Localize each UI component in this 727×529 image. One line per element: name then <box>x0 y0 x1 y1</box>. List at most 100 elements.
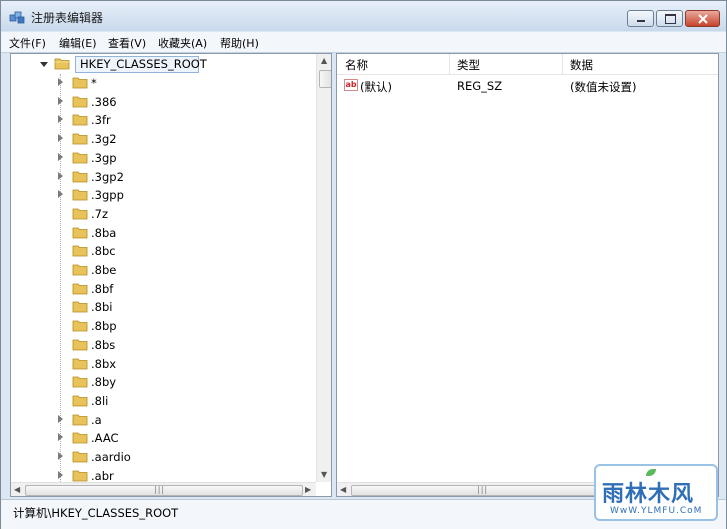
grip-icon: ||| <box>154 485 166 494</box>
folder-icon <box>72 114 88 126</box>
menu-favorites[interactable]: 收藏夹(A) <box>158 35 207 51</box>
menu-view[interactable]: 查看(V) <box>108 35 146 51</box>
scroll-down-icon[interactable]: ▼ <box>321 470 327 479</box>
tree-item-label: .3gpp <box>91 188 124 203</box>
tree-root-label: HKEY_CLASSES_ROOT <box>80 57 207 71</box>
column-header-type[interactable]: 类型 <box>457 57 480 73</box>
maximize-icon <box>665 14 676 24</box>
column-header-bar: 名称 类型 数据 <box>337 54 718 75</box>
scroll-left-icon[interactable]: ◀ <box>340 485 346 494</box>
folder-icon <box>72 395 88 407</box>
tree-item[interactable]: .8bp <box>11 317 311 335</box>
folder-icon <box>72 264 88 276</box>
folder-icon <box>72 339 88 351</box>
tree-item-label: .AAC <box>91 431 119 446</box>
tree-item[interactable]: .3gp <box>11 149 311 167</box>
grip-icon: ||| <box>477 485 489 494</box>
tree-item-label: .8bc <box>91 244 116 259</box>
string-value-icon: ab <box>344 79 358 91</box>
tree-item[interactable]: .8bx <box>11 355 311 373</box>
column-divider[interactable] <box>449 54 450 74</box>
tree-item[interactable]: .386 <box>11 93 311 111</box>
tree-item[interactable]: .a <box>11 411 311 429</box>
folder-icon <box>72 133 88 145</box>
column-header-data[interactable]: 数据 <box>570 57 593 73</box>
tree-item-label: .8bx <box>91 356 117 371</box>
registry-tree-pane[interactable]: HKEY_CLASSES_ROOT * .386 .3fr .3g2 .3gp .3gp2… <box>10 53 332 497</box>
tree-vertical-scrollbar[interactable]: ▲ ▼ <box>316 54 331 482</box>
close-button[interactable] <box>685 10 720 27</box>
minimize-button[interactable] <box>627 10 654 27</box>
column-divider[interactable] <box>562 54 563 74</box>
expand-arrow-icon[interactable] <box>58 452 63 460</box>
tree-item[interactable]: .8by <box>11 373 311 391</box>
menu-bar: 文件(F) 编辑(E) 查看(V) 收藏夹(A) 帮助(H) <box>1 32 726 53</box>
tree-item[interactable]: .8li <box>11 392 311 410</box>
folder-icon <box>72 283 88 295</box>
tree-vertical-scroll-thumb[interactable] <box>319 70 331 88</box>
expanded-arrow-icon[interactable] <box>40 62 48 67</box>
expand-arrow-icon[interactable] <box>58 115 63 124</box>
registry-editor-icon <box>9 11 25 24</box>
tree-item[interactable]: .8be <box>11 261 311 279</box>
tree-item[interactable]: .AAC <box>11 429 311 447</box>
expand-arrow-icon[interactable] <box>58 470 63 479</box>
tree-item[interactable]: .8bf <box>11 280 311 298</box>
title-bar[interactable]: 注册表编辑器 <box>1 1 726 31</box>
menu-edit[interactable]: 编辑(E) <box>59 35 97 51</box>
tree-item[interactable]: .3gpp <box>11 186 311 204</box>
tree-item[interactable]: .3g2 <box>11 130 311 148</box>
tree-item-label: .8be <box>91 263 117 277</box>
menu-file[interactable]: 文件(F) <box>9 35 46 51</box>
tree-item[interactable]: .8bc <box>11 242 311 260</box>
expand-arrow-icon[interactable] <box>58 134 63 143</box>
folder-icon <box>72 320 88 332</box>
folder-open-icon <box>54 58 70 70</box>
value-type: REG_SZ <box>457 79 503 93</box>
tree-item[interactable]: .3fr <box>11 111 311 129</box>
folder-icon <box>72 96 88 108</box>
watermark-url: WwW.YLMFU.CoM <box>610 506 703 516</box>
status-path: 计算机\HKEY_CLASSES_ROOT <box>13 506 179 520</box>
expand-arrow-icon[interactable] <box>58 171 63 180</box>
expand-arrow-icon[interactable] <box>58 414 63 423</box>
folder-icon <box>72 208 88 220</box>
tree-item[interactable]: .aardio <box>11 448 311 466</box>
maximize-button[interactable] <box>656 10 683 27</box>
column-header-name[interactable]: 名称 <box>345 57 368 73</box>
watermark-main-text: 雨林木风 <box>602 482 695 507</box>
tree-item[interactable]: .3gp2 <box>11 168 311 186</box>
folder-icon <box>72 301 88 313</box>
window-title: 注册表编辑器 <box>31 11 104 25</box>
tree-item-label: .386 <box>91 94 117 109</box>
expand-arrow-icon[interactable] <box>58 96 63 105</box>
tree-item[interactable]: .8ba <box>11 224 311 242</box>
tree-item[interactable]: .7z <box>11 205 311 223</box>
leaf-icon <box>646 469 656 476</box>
close-icon <box>698 14 708 24</box>
tree-item[interactable]: * <box>11 74 311 92</box>
tree-item-label: .3fr <box>91 113 111 128</box>
expand-arrow-icon[interactable] <box>58 78 63 86</box>
tree-item-label: .8bp <box>91 319 117 334</box>
folder-icon <box>72 171 88 182</box>
scroll-up-icon[interactable]: ▲ <box>321 56 327 65</box>
tree-root-row[interactable]: HKEY_CLASSES_ROOT <box>11 54 311 73</box>
tree-horizontal-scrollbar[interactable]: ◀ ||| ▶ <box>11 482 316 496</box>
tree-item-label: .8bi <box>91 300 113 315</box>
expand-arrow-icon[interactable] <box>58 152 63 161</box>
tree-item[interactable]: .8bi <box>11 298 311 316</box>
scroll-right-icon[interactable]: ▶ <box>305 485 311 494</box>
tree-item-label: .7z <box>91 206 109 221</box>
folder-icon <box>72 432 88 444</box>
tree-item-label: .8bs <box>91 337 116 352</box>
values-horizontal-scroll-thumb[interactable]: ||| <box>351 485 623 496</box>
expand-arrow-icon[interactable] <box>58 433 63 442</box>
menu-help[interactable]: 帮助(H) <box>220 35 259 51</box>
expand-arrow-icon[interactable] <box>58 190 63 199</box>
tree-horizontal-scroll-thumb[interactable]: ||| <box>25 485 303 496</box>
tree-item-label: .8ba <box>91 225 117 240</box>
scroll-left-icon[interactable]: ◀ <box>14 485 20 494</box>
registry-values-pane[interactable]: 名称 类型 数据 ab (默认) REG_SZ (数值未设置) ◀ ||| <box>336 53 719 497</box>
tree-item[interactable]: .8bs <box>11 336 311 354</box>
